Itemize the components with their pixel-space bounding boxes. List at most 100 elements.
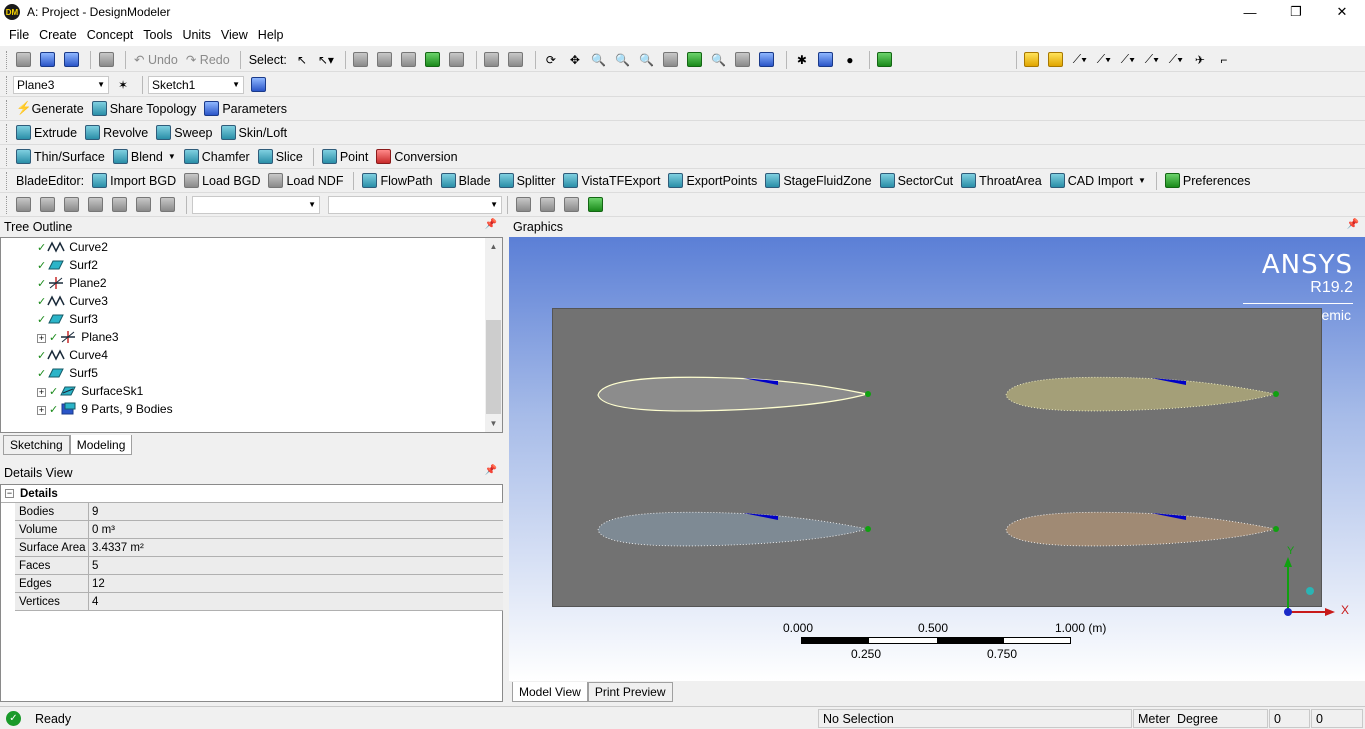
sketch-combo-2[interactable]: ▼ [328,195,502,214]
pin-tool-button[interactable]: ✈ [1190,50,1210,70]
measure-tool-button[interactable]: ⌐ [1214,50,1234,70]
display-model-button[interactable] [816,50,836,70]
zoom-fit-button[interactable]: 🔍 [637,50,657,70]
sketch-tool-10-button[interactable] [561,195,581,215]
load-ndf-button[interactable]: Load NDF [265,171,346,191]
collapse-details-icon[interactable]: − [5,489,14,498]
menu-tools[interactable]: Tools [138,28,177,42]
thin-surface-button[interactable]: Thin/Surface [13,147,108,167]
tree-node-curve4[interactable]: ✓ Curve4 [37,346,108,364]
vistatfexport-button[interactable]: VistaTFExport [560,171,663,191]
splitter-button[interactable]: Splitter [496,171,559,191]
select-mode-button[interactable]: ↖ [292,50,312,70]
sketch-tool-7-button[interactable] [157,195,177,215]
screenshot-button[interactable] [96,50,116,70]
pin-icon[interactable]: 📌 [1347,219,1359,230]
pin-icon[interactable]: 📌 [485,219,497,230]
display-edges-button[interactable] [1022,50,1042,70]
airfoil-4[interactable] [1005,511,1279,547]
scroll-down-icon[interactable]: ▼ [485,415,502,432]
chamfer-button[interactable]: Chamfer [181,147,253,167]
airfoil-2[interactable] [1005,376,1279,412]
display-plane-button[interactable] [757,50,777,70]
sketch-tool-9-button[interactable] [537,195,557,215]
throatarea-button[interactable]: ThroatArea [958,171,1045,191]
pan-button[interactable]: ✥ [565,50,585,70]
maximize-button[interactable]: ❐ [1273,0,1319,24]
new-plane-button[interactable]: ✶ [113,75,133,95]
select-bodies-button[interactable] [423,50,443,70]
graphics-viewport[interactable]: ANSYS R19.2 Academic [509,237,1365,681]
import-bgd-button[interactable]: Import BGD [89,171,179,191]
previous-view-button[interactable]: 🔍 [709,50,729,70]
tree-node-curve2[interactable]: ✓ Curve2 [37,238,108,256]
sketch-tool-5-button[interactable] [109,195,129,215]
look-at-button[interactable]: ✱ [792,50,812,70]
menu-create[interactable]: Create [34,28,82,42]
minimize-button[interactable]: — [1227,0,1273,24]
pin-icon[interactable]: 📌 [485,465,497,476]
menu-help[interactable]: Help [253,28,289,42]
status-units[interactable]: Meter Degree [1133,709,1268,728]
tab-print-preview[interactable]: Print Preview [587,682,673,702]
cad-import-button[interactable]: CAD Import ▼ [1047,171,1149,191]
redo-button[interactable]: ↷ Redo [183,50,233,70]
tree-node-plane2[interactable]: ✓ Plane2 [37,274,107,292]
sketch-tool-2-button[interactable] [37,195,57,215]
undo-button[interactable]: ↶ Undo [131,50,181,70]
iso-view-button[interactable] [733,50,753,70]
revolve-button[interactable]: Revolve [82,123,151,143]
toolbar-grip[interactable] [6,99,9,118]
toolbar-grip[interactable] [6,147,9,166]
parameters-button[interactable]: Parameters [201,99,290,119]
tree-node-surfacesk1[interactable]: ✓ SurfaceSk1 [49,382,143,400]
save-as-button[interactable] [61,50,81,70]
extrude-button[interactable]: Extrude [13,123,80,143]
save-button[interactable] [37,50,57,70]
display-point-button[interactable]: ● [840,50,860,70]
zoom-extents-button[interactable] [661,50,681,70]
tree-node-parts[interactable]: ✓ 9 Parts, 9 Bodies [49,400,173,418]
sketch-tool-4-button[interactable] [85,195,105,215]
close-button[interactable]: ✕ [1319,0,1365,24]
expand-surfacesk1-icon[interactable]: + [37,388,46,397]
toolbar-grip[interactable] [6,171,9,190]
whats-this-button[interactable] [875,50,895,70]
blend-button[interactable]: Blend ▼ [110,147,179,167]
sketch-tool-6-button[interactable] [133,195,153,215]
toolbar-grip[interactable] [6,195,9,214]
extend-selection-button[interactable] [447,50,467,70]
toolbar-grip[interactable] [6,123,9,142]
plane-dropdown[interactable]: Plane3 ▼ [13,75,109,94]
edge-joints-button[interactable] [1046,50,1066,70]
slice-button[interactable]: Slice [255,147,306,167]
tree-scrollbar-thumb[interactable] [486,320,501,414]
tree-node-plane3[interactable]: ✓ Plane3 [49,328,119,346]
tab-sketching[interactable]: Sketching [3,435,70,455]
new-sketch-button[interactable] [248,75,268,95]
rotate-button[interactable]: ⟳ [541,50,561,70]
sketch-dropdown[interactable]: Sketch1 ▼ [148,75,244,94]
stagefluidzone-button[interactable]: StageFluidZone [762,171,874,191]
expand-plane3-icon[interactable]: + [37,334,46,343]
axis-triad[interactable]: Y X [1279,545,1355,621]
sketch-combo-1[interactable]: ▼ [192,195,320,214]
sectorcut-button[interactable]: SectorCut [877,171,957,191]
conversion-button[interactable]: Conversion [373,147,460,167]
exportpoints-button[interactable]: ExportPoints [665,171,760,191]
box-zoom-button[interactable]: 🔍 [613,50,633,70]
share-topology-button[interactable]: Share Topology [89,99,200,119]
menu-file[interactable]: File [4,28,34,42]
sketch-tool-11-button[interactable] [585,195,605,215]
zoom-button[interactable]: 🔍 [589,50,609,70]
clear-selection-button[interactable] [506,50,526,70]
line-tool-3-button[interactable]: ⟋▾ [1118,50,1138,70]
flowpath-button[interactable]: FlowPath [359,171,435,191]
menu-units[interactable]: Units [177,28,215,42]
select-all-button[interactable] [482,50,502,70]
line-tool-2-button[interactable]: ⟋▾ [1094,50,1114,70]
select-faces-button[interactable] [399,50,419,70]
line-tool-5-button[interactable]: ⟋▾ [1166,50,1186,70]
skin-loft-button[interactable]: Skin/Loft [218,123,291,143]
details-section-header[interactable]: − Details [1,485,502,503]
